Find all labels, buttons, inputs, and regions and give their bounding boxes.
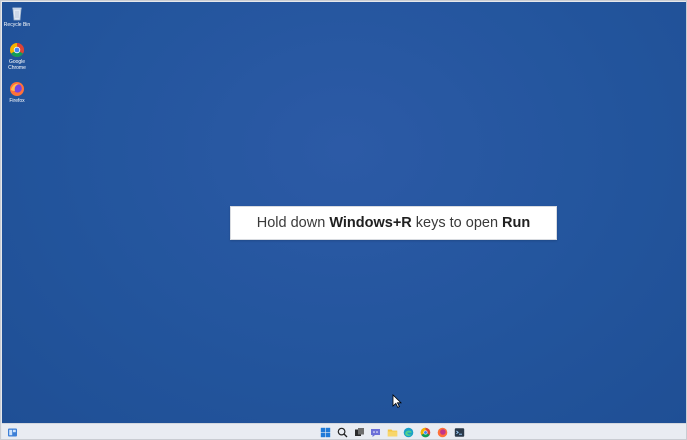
desktop-icon-recycle-bin[interactable]: Recycle Bin <box>3 5 31 28</box>
terminal-icon[interactable] <box>454 427 465 438</box>
instruction-caption: Hold down Windows+R keys to open Run <box>230 206 557 240</box>
caption-text-2: keys to open <box>411 215 503 231</box>
caption-run: Run <box>502 215 531 231</box>
desktop-icon-label: Recycle Bin <box>3 22 31 28</box>
recycle-bin-icon <box>12 7 22 21</box>
edge-icon[interactable] <box>403 427 414 438</box>
task-view-icon[interactable] <box>354 427 365 438</box>
screen-frame: Recycle Bin Google Chrome Firefox Hold d… <box>0 0 687 440</box>
desktop-icon-google-chrome[interactable]: Google Chrome <box>3 42 31 71</box>
desktop[interactable]: Recycle Bin Google Chrome Firefox Hold d… <box>2 2 686 423</box>
desktop-icon-label: Firefox <box>9 98 25 104</box>
chrome-icon <box>10 43 24 57</box>
desktop-icon-firefox[interactable]: Firefox <box>3 81 31 104</box>
widgets-icon[interactable] <box>7 427 18 438</box>
firefox-icon[interactable] <box>437 427 448 438</box>
file-explorer-icon[interactable] <box>387 427 398 438</box>
start-icon[interactable] <box>320 427 331 438</box>
desktop-icon-label: Google Chrome <box>8 59 26 71</box>
chat-icon[interactable] <box>370 427 381 438</box>
caption-shortcut: Windows+R <box>329 215 412 231</box>
mouse-cursor-icon <box>392 394 402 408</box>
taskbar <box>2 423 686 439</box>
search-icon[interactable] <box>337 427 348 438</box>
firefox-icon <box>10 82 24 96</box>
chrome-icon[interactable] <box>420 427 431 438</box>
caption-text-1: Hold down <box>256 215 330 231</box>
